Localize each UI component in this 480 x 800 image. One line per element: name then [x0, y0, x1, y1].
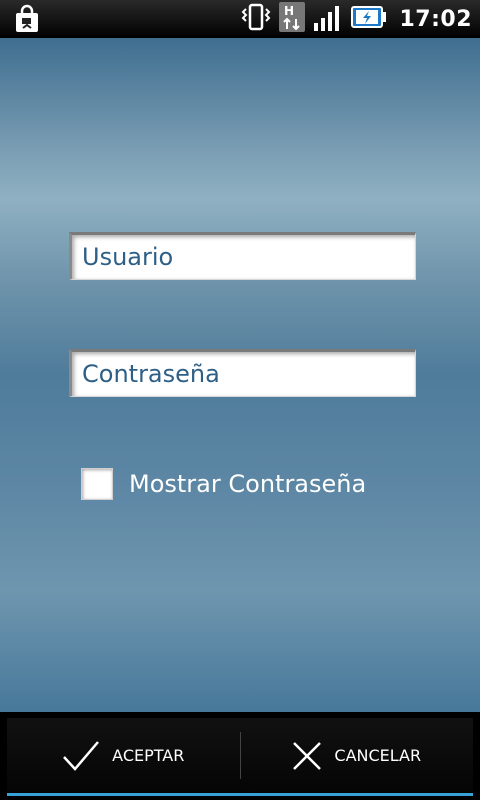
- signal-bars-icon: [313, 3, 343, 35]
- vibrate-icon: [241, 3, 271, 35]
- hsdpa-data-icon: H: [279, 2, 306, 36]
- login-form: Mostrar Contraseña: [0, 38, 480, 712]
- cancel-label: CANCELAR: [334, 746, 422, 765]
- check-icon: [62, 740, 100, 772]
- status-bar: H 17:02: [0, 0, 480, 38]
- status-icons: H 17:02: [241, 0, 472, 38]
- password-field[interactable]: [69, 349, 416, 397]
- action-bar: ACEPTAR CANCELAR: [0, 712, 480, 800]
- battery-charging-icon: [351, 5, 387, 33]
- svg-text:H: H: [284, 4, 294, 18]
- status-time: 17:02: [399, 6, 472, 32]
- show-password-toggle[interactable]: Mostrar Contraseña: [81, 468, 366, 500]
- show-password-label: Mostrar Contraseña: [129, 470, 367, 498]
- username-field[interactable]: [69, 232, 416, 280]
- action-button-panel: ACEPTAR CANCELAR: [7, 718, 473, 796]
- close-icon: [292, 741, 322, 771]
- accept-button[interactable]: ACEPTAR: [7, 718, 240, 793]
- accept-label: ACEPTAR: [112, 746, 185, 765]
- show-password-checkbox[interactable]: [81, 468, 113, 500]
- cancel-button[interactable]: CANCELAR: [241, 718, 474, 793]
- shopping-bag-icon: [12, 4, 42, 34]
